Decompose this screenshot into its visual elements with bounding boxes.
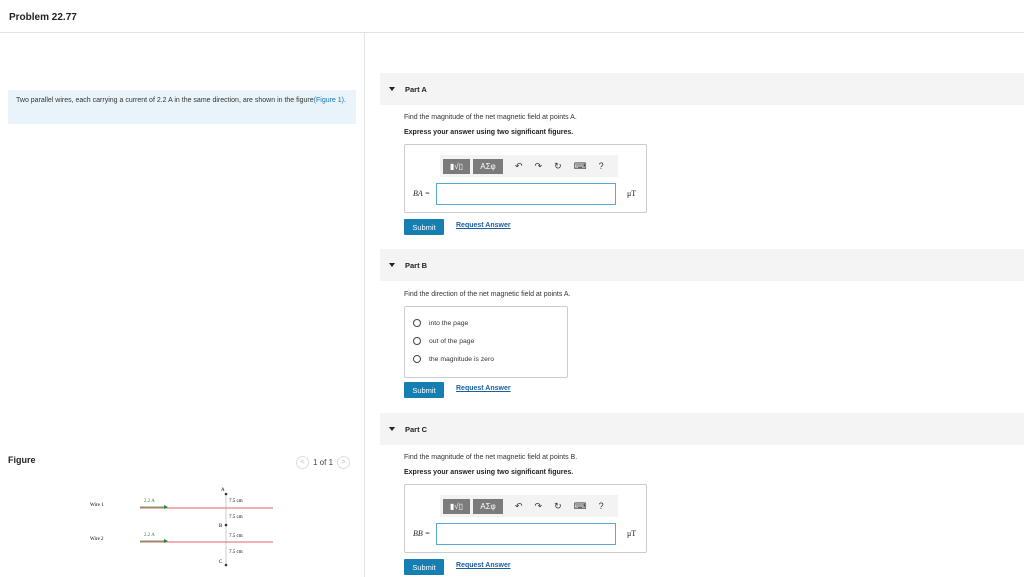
math-toolbar: ▮√▯ ΑΣφ ↶ ↷ ↻ ⌨ ? [440, 495, 618, 517]
distance-4-label: 7.5 cm [229, 550, 243, 555]
wires-figure: Wire 1 Wire 2 2.2 A 2.2 A A B C 7.5 cm 7… [90, 488, 273, 567]
choice-label: the magnitude is zero [429, 355, 494, 363]
prev-figure-button[interactable]: < [296, 456, 309, 469]
header-divider [0, 32, 1024, 33]
point-a-label: A [221, 488, 225, 493]
part-c-answer-box: ▮√▯ ΑΣφ ↶ ↷ ↻ ⌨ ? BB = μT [404, 484, 647, 553]
keyboard-icon[interactable]: ⌨ [574, 161, 587, 172]
part-c-unit: μT [627, 529, 637, 538]
part-a-variable-label: BA = [413, 189, 431, 198]
part-c-header[interactable]: Part C [380, 413, 1024, 445]
collapse-icon [389, 427, 395, 431]
part-a-answer-input[interactable] [436, 183, 616, 205]
part-c-variable-label: BB = [413, 529, 431, 538]
radio-button[interactable] [413, 355, 421, 363]
part-a-submit-button[interactable]: Submit [404, 219, 444, 235]
greek-symbols-button[interactable]: ΑΣφ [473, 498, 503, 514]
collapse-icon [389, 263, 395, 267]
part-a-title: Part A [405, 84, 427, 94]
undo-icon[interactable]: ↶ [515, 161, 523, 172]
part-b-question: Find the direction of the net magnetic f… [404, 291, 571, 298]
part-a-request-answer-link[interactable]: Request Answer [456, 222, 511, 229]
figure-label: Figure [8, 455, 36, 465]
choice-out-of-page[interactable]: out of the page [413, 337, 474, 345]
wire-1-label: Wire 1 [90, 503, 104, 508]
reset-icon[interactable]: ↻ [554, 501, 562, 512]
part-c-title: Part C [405, 424, 428, 434]
part-a-answer-box: ▮√▯ ΑΣφ ↶ ↷ ↻ ⌨ ? BA = μT [404, 144, 647, 213]
help-icon[interactable]: ? [599, 501, 604, 511]
reset-icon[interactable]: ↻ [554, 161, 562, 172]
part-b-title: Part B [405, 260, 428, 270]
keyboard-icon[interactable]: ⌨ [574, 501, 587, 512]
part-c-question: Find the magnitude of the net magnetic f… [404, 454, 578, 461]
figure-pager: < 1 of 1 > [296, 456, 351, 469]
part-a-instruction: Express your answer using two significan… [404, 129, 574, 136]
part-b-request-answer-link[interactable]: Request Answer [456, 385, 511, 392]
radio-button[interactable] [413, 319, 421, 327]
collapse-icon [389, 87, 395, 91]
radio-button[interactable] [413, 337, 421, 345]
undo-icon[interactable]: ↶ [515, 501, 523, 512]
part-c-request-answer-link[interactable]: Request Answer [456, 562, 511, 569]
point-b-label: B [219, 524, 223, 529]
templates-button[interactable]: ▮√▯ [443, 158, 470, 174]
pager-text: 1 of 1 [313, 458, 334, 467]
choice-label: out of the page [429, 337, 475, 345]
point-c-label: C [219, 560, 223, 565]
part-b-header[interactable]: Part B [380, 249, 1024, 281]
problem-title: Problem 22.77 [9, 12, 77, 23]
part-a-unit: μT [627, 189, 637, 198]
intro-text: Two parallel wires, each carrying a curr… [16, 97, 314, 104]
templates-button[interactable]: ▮√▯ [443, 498, 470, 514]
distance-1-label: 7.5 cm [229, 499, 243, 504]
current-2-label: 2.2 A [144, 533, 155, 538]
part-b-submit-button[interactable]: Submit [404, 382, 444, 398]
next-figure-button[interactable]: > [337, 456, 351, 469]
redo-icon[interactable]: ↷ [535, 501, 543, 512]
point-b-dot [224, 523, 228, 527]
part-c-instruction: Express your answer using two significan… [404, 469, 574, 476]
redo-icon[interactable]: ↷ [535, 161, 543, 172]
intro-end: . [344, 97, 346, 104]
column-divider [364, 33, 365, 577]
part-b-choices: into the page out of the page the magnit… [404, 306, 568, 378]
distance-2-label: 7.5 cm [229, 515, 243, 520]
figure-link[interactable]: (Figure 1) [314, 97, 344, 104]
choice-label: into the page [429, 319, 469, 327]
part-c-answer-input[interactable] [436, 523, 616, 545]
wire-2-label: Wire 2 [90, 537, 104, 542]
part-c-submit-button[interactable]: Submit [404, 559, 444, 575]
part-a-question: Find the magnitude of the net magnetic f… [404, 114, 577, 121]
choice-into-page[interactable]: into the page [413, 319, 468, 327]
greek-symbols-button[interactable]: ΑΣφ [473, 158, 503, 174]
help-icon[interactable]: ? [599, 161, 604, 171]
problem-intro: Two parallel wires, each carrying a curr… [8, 90, 356, 124]
current-1-label: 2.2 A [144, 499, 155, 504]
point-c-dot [224, 563, 228, 567]
distance-3-label: 7.5 cm [229, 534, 243, 539]
math-toolbar: ▮√▯ ΑΣφ ↶ ↷ ↻ ⌨ ? [440, 155, 618, 177]
point-a-dot [224, 492, 228, 496]
choice-magnitude-zero[interactable]: the magnitude is zero [413, 355, 494, 363]
part-a-header[interactable]: Part A [380, 73, 1024, 105]
